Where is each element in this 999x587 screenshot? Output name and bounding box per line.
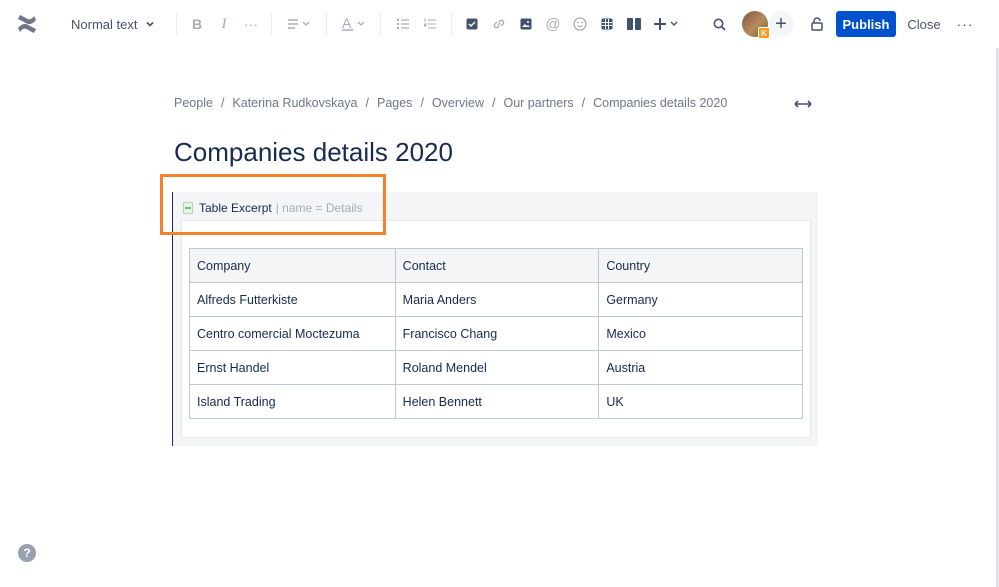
image-icon[interactable] (515, 13, 537, 35)
link-icon[interactable] (488, 13, 510, 35)
chevron-down-icon (146, 21, 155, 27)
confluence-logo-icon[interactable] (16, 13, 38, 35)
action-item-icon[interactable] (461, 13, 483, 35)
table-cell[interactable]: Maria Anders (394, 282, 600, 317)
divider (326, 12, 327, 36)
emoji-icon[interactable] (569, 13, 591, 35)
breadcrumb-item[interactable]: People (174, 96, 213, 110)
table-cell[interactable]: Austria (598, 350, 803, 385)
table-cell[interactable]: Alfreds Futterkiste (189, 282, 396, 317)
breadcrumb-separator: / (581, 96, 586, 110)
help-icon[interactable]: ? (18, 544, 36, 562)
data-table: Company Contact Country Alfreds Futterki… (189, 248, 803, 419)
italic-icon[interactable]: I (213, 13, 235, 35)
bold-icon[interactable]: B (186, 13, 208, 35)
layout-icon[interactable] (623, 13, 645, 35)
table-header-cell[interactable]: Company (189, 248, 396, 283)
breadcrumb-separator: / (492, 96, 496, 110)
breadcrumb-separator: / (365, 96, 369, 110)
breadcrumb-separator: / (220, 96, 225, 110)
invite-icon[interactable]: + (768, 11, 794, 37)
close-button[interactable]: Close (903, 11, 945, 37)
table-header-cell[interactable]: Country (598, 248, 803, 283)
align-icon[interactable] (285, 13, 313, 35)
divider (451, 12, 452, 36)
macro-icon (183, 202, 193, 214)
text-style-dropdown[interactable]: Normal text (71, 14, 155, 34)
table-row: Island Trading Helen Bennett UK (189, 384, 803, 419)
breadcrumb-item[interactable]: Our partners (504, 96, 574, 110)
breadcrumb-separator: / (420, 96, 424, 110)
editor-toolbar: Normal text B I ··· A @ K + Publish Clos… (0, 0, 999, 48)
table-cell[interactable]: Helen Bennett (394, 384, 600, 419)
table-cell[interactable]: Mexico (598, 316, 803, 351)
macro-params: | name = Details (275, 201, 363, 215)
expand-width-icon[interactable] (793, 96, 813, 112)
macro-header[interactable]: Table Excerpt | name = Details (183, 200, 363, 216)
page-title[interactable]: Companies details 2020 (174, 137, 453, 168)
text-style-label: Normal text (71, 16, 138, 32)
table-row: Alfreds Futterkiste Maria Anders Germany (189, 282, 803, 317)
table-icon[interactable] (596, 13, 618, 35)
bullet-list-icon[interactable] (392, 13, 414, 35)
table-cell[interactable]: UK (598, 384, 803, 419)
table-cell[interactable]: Ernst Handel (189, 350, 396, 385)
restrictions-icon[interactable] (806, 13, 828, 35)
breadcrumb-item[interactable]: Companies details 2020 (593, 96, 727, 110)
table-header-row: Company Contact Country (189, 248, 803, 283)
table-row: Centro comercial Moctezuma Francisco Cha… (189, 316, 803, 351)
table-cell[interactable]: Island Trading (189, 384, 396, 419)
text-color-icon[interactable]: A (340, 13, 368, 35)
breadcrumb-item[interactable]: Katerina Rudkovskaya (232, 96, 357, 110)
publish-button[interactable]: Publish (836, 11, 896, 37)
macro-title: Table Excerpt (199, 201, 272, 215)
table-header-cell[interactable]: Contact (394, 248, 600, 283)
divider (380, 12, 381, 36)
table-row: Ernst Handel Roland Mendel Austria (189, 350, 803, 385)
table-cell[interactable]: Roland Mendel (394, 350, 600, 385)
table-cell[interactable]: Germany (598, 282, 803, 317)
divider (271, 12, 272, 36)
insert-icon[interactable] (652, 13, 682, 35)
breadcrumb: People / Katerina Rudkovskaya / Pages / … (174, 96, 727, 110)
svg-text:A: A (342, 16, 352, 31)
breadcrumb-item[interactable]: Overview (432, 96, 484, 110)
avatar[interactable]: K (742, 11, 770, 39)
more-icon[interactable]: ··· (954, 13, 976, 35)
numbered-list-icon[interactable] (419, 13, 441, 35)
more-formatting-icon[interactable]: ··· (240, 13, 262, 35)
search-icon[interactable] (708, 13, 730, 35)
breadcrumb-item[interactable]: Pages (377, 96, 412, 110)
mention-icon[interactable]: @ (542, 13, 564, 35)
table-cell[interactable]: Centro comercial Moctezuma (189, 316, 396, 351)
divider (176, 12, 177, 36)
table-cell[interactable]: Francisco Chang (394, 316, 600, 351)
